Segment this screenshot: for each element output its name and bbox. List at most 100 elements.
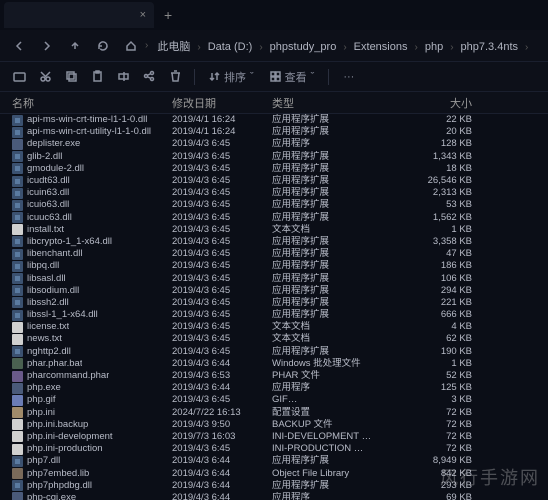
dll-icon bbox=[12, 249, 23, 260]
forward-button[interactable] bbox=[36, 35, 58, 57]
file-name: gmodule-2.dll bbox=[27, 163, 84, 175]
file-size: 666 KB bbox=[412, 309, 472, 321]
file-size: 1,343 KB bbox=[412, 151, 472, 163]
breadcrumb-item[interactable]: php7.3.4nts bbox=[455, 38, 525, 56]
file-row[interactable]: icuio63.dll2019/4/3 6:45应用程序扩展53 KB bbox=[0, 199, 548, 211]
txt-icon bbox=[12, 224, 23, 235]
file-row[interactable]: glib-2.dll2019/4/3 6:45应用程序扩展1,343 KB bbox=[0, 151, 548, 163]
sort-button[interactable]: 排序ˇ bbox=[203, 69, 260, 85]
file-type: BACKUP 文件 bbox=[272, 419, 412, 431]
refresh-button[interactable] bbox=[92, 35, 114, 57]
file-row[interactable]: pharcommand.phar2019/4/3 6:53PHAR 文件52 K… bbox=[0, 370, 548, 382]
bat-icon bbox=[12, 358, 23, 369]
file-row[interactable]: libsasl.dll2019/4/3 6:45应用程序扩展106 KB bbox=[0, 272, 548, 284]
file-size: 4 KB bbox=[412, 321, 472, 333]
file-type: 应用程序扩展 bbox=[272, 212, 412, 224]
file-date: 2019/4/3 9:50 bbox=[172, 419, 272, 431]
breadcrumb-item[interactable]: Data (D:) bbox=[202, 38, 259, 56]
file-date: 2019/7/3 16:03 bbox=[172, 431, 272, 443]
file-row[interactable]: phar.phar.bat2019/4/3 6:44Windows 批处理文件1… bbox=[0, 358, 548, 370]
back-button[interactable] bbox=[8, 35, 30, 57]
file-row[interactable]: php.ini-development2019/7/3 16:03INI-DEV… bbox=[0, 431, 548, 443]
breadcrumb-item[interactable]: Extensions bbox=[348, 38, 414, 56]
copy-icon[interactable] bbox=[60, 66, 82, 88]
file-type: 应用程序扩展 bbox=[272, 114, 412, 126]
file-name: php.ini.backup bbox=[27, 419, 88, 431]
file-type: 应用程序扩展 bbox=[272, 260, 412, 272]
file-row[interactable]: php.ini.backup2019/4/3 9:50BACKUP 文件72 K… bbox=[0, 419, 548, 431]
file-row[interactable]: php.exe2019/4/3 6:44应用程序125 KB bbox=[0, 382, 548, 394]
file-row[interactable]: icuuc63.dll2019/4/3 6:45应用程序扩展1,562 KB bbox=[0, 212, 548, 224]
file-row[interactable]: libsodium.dll2019/4/3 6:45应用程序扩展294 KB bbox=[0, 285, 548, 297]
col-size[interactable]: 大小 bbox=[412, 95, 472, 111]
home-icon[interactable] bbox=[120, 35, 142, 57]
breadcrumb-item[interactable]: php bbox=[419, 38, 449, 56]
dll-icon bbox=[12, 236, 23, 247]
file-row[interactable]: libssh2.dll2019/4/3 6:45应用程序扩展221 KB bbox=[0, 297, 548, 309]
file-row[interactable]: libpq.dll2019/4/3 6:45应用程序扩展186 KB bbox=[0, 260, 548, 272]
file-name: php.gif bbox=[27, 394, 56, 406]
file-row[interactable]: license.txt2019/4/3 6:45文本文档4 KB bbox=[0, 321, 548, 333]
file-row[interactable]: icuin63.dll2019/4/3 6:45应用程序扩展2,313 KB bbox=[0, 187, 548, 199]
file-name: deplister.exe bbox=[27, 138, 80, 150]
file-name: api-ms-win-crt-time-l1-1-0.dll bbox=[27, 114, 147, 126]
file-row[interactable]: php-cgi.exe2019/4/3 6:44应用程序69 KB bbox=[0, 492, 548, 500]
file-row[interactable]: php.gif2019/4/3 6:45GIF…3 KB bbox=[0, 394, 548, 406]
window-tab[interactable]: × bbox=[4, 2, 154, 28]
file-size: 106 KB bbox=[412, 273, 472, 285]
col-name[interactable]: 名称 bbox=[12, 95, 172, 111]
dll-icon bbox=[12, 310, 23, 321]
file-row[interactable]: api-ms-win-crt-time-l1-1-0.dll2019/4/1 1… bbox=[0, 114, 548, 126]
file-row[interactable]: libenchant.dll2019/4/3 6:45应用程序扩展47 KB bbox=[0, 248, 548, 260]
file-list: api-ms-win-crt-time-l1-1-0.dll2019/4/1 1… bbox=[0, 114, 548, 500]
file-date: 2019/4/3 6:45 bbox=[172, 394, 272, 406]
paste-icon[interactable] bbox=[86, 66, 108, 88]
file-name: news.txt bbox=[27, 333, 62, 345]
file-row[interactable]: php.ini2024/7/22 16:13配置设置72 KB bbox=[0, 407, 548, 419]
breadcrumb-item[interactable]: phpstudy_pro bbox=[264, 38, 343, 56]
file-row[interactable]: api-ms-win-crt-utility-l1-1-0.dll2019/4/… bbox=[0, 126, 548, 138]
rename-icon[interactable] bbox=[112, 66, 134, 88]
share-icon[interactable] bbox=[138, 66, 160, 88]
file-size: 293 KB bbox=[412, 480, 472, 492]
file-type: 应用程序 bbox=[272, 138, 412, 150]
file-row[interactable]: news.txt2019/4/3 6:45文本文档62 KB bbox=[0, 333, 548, 345]
lib-icon bbox=[12, 468, 23, 479]
file-size: 52 KB bbox=[412, 370, 472, 382]
more-button[interactable]: ··· bbox=[337, 71, 360, 83]
file-row[interactable]: gmodule-2.dll2019/4/3 6:45应用程序扩展18 KB bbox=[0, 163, 548, 175]
file-row[interactable]: libcrypto-1_1-x64.dll2019/4/3 6:45应用程序扩展… bbox=[0, 236, 548, 248]
file-row[interactable]: install.txt2019/4/3 6:45文本文档1 KB bbox=[0, 224, 548, 236]
file-row[interactable]: icudt63.dll2019/4/3 6:45应用程序扩展26,546 KB bbox=[0, 175, 548, 187]
file-name: icudt63.dll bbox=[27, 175, 70, 187]
file-size: 72 KB bbox=[412, 443, 472, 455]
file-row[interactable]: php7embed.lib2019/4/3 6:44Object File Li… bbox=[0, 467, 548, 479]
new-folder-icon[interactable] bbox=[8, 66, 30, 88]
file-type: 应用程序扩展 bbox=[272, 199, 412, 211]
file-name: pharcommand.phar bbox=[27, 370, 109, 382]
file-date: 2019/4/3 6:45 bbox=[172, 236, 272, 248]
file-row[interactable]: php7.dll2019/4/3 6:44应用程序扩展8,949 KB bbox=[0, 455, 548, 467]
dll-icon bbox=[12, 480, 23, 491]
up-button[interactable] bbox=[64, 35, 86, 57]
file-date: 2019/4/3 6:45 bbox=[172, 309, 272, 321]
cut-icon[interactable] bbox=[34, 66, 56, 88]
txt-icon bbox=[12, 419, 23, 430]
col-type[interactable]: 类型 bbox=[272, 95, 412, 111]
file-date: 2019/4/3 6:45 bbox=[172, 285, 272, 297]
file-row[interactable]: nghttp2.dll2019/4/3 6:45应用程序扩展190 KB bbox=[0, 346, 548, 358]
phar-icon bbox=[12, 371, 23, 382]
col-date[interactable]: 修改日期 bbox=[172, 95, 272, 111]
close-icon[interactable]: × bbox=[140, 9, 146, 21]
file-name: icuin63.dll bbox=[27, 187, 69, 199]
file-row[interactable]: php7phpdbg.dll2019/4/3 6:44应用程序扩展293 KB bbox=[0, 480, 548, 492]
delete-icon[interactable] bbox=[164, 66, 186, 88]
file-row[interactable]: libssl-1_1-x64.dll2019/4/3 6:45应用程序扩展666… bbox=[0, 309, 548, 321]
view-button[interactable]: 查看ˇ bbox=[264, 69, 321, 85]
file-row[interactable]: deplister.exe2019/4/3 6:45应用程序128 KB bbox=[0, 138, 548, 150]
file-date: 2019/4/3 6:45 bbox=[172, 224, 272, 236]
new-tab-button[interactable]: + bbox=[154, 7, 182, 23]
file-row[interactable]: php.ini-production2019/4/3 6:45INI-PRODU… bbox=[0, 443, 548, 455]
file-date: 2019/4/3 6:44 bbox=[172, 480, 272, 492]
breadcrumb-item[interactable]: 此电脑 bbox=[151, 38, 196, 56]
